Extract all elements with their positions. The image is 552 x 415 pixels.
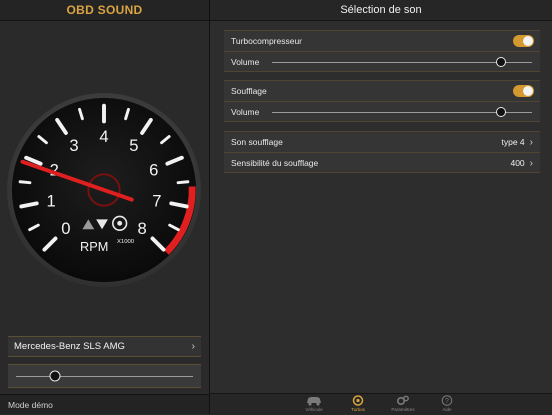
gauge-label-1: 1: [47, 191, 56, 210]
turbo-volume-row: Volume: [224, 51, 540, 71]
rpm-unit-label: RPM: [80, 239, 108, 254]
tab-vehicle[interactable]: Véhicule: [294, 395, 334, 412]
tab-turbos-label: Turbos: [351, 407, 365, 412]
svg-text:?: ?: [445, 398, 449, 405]
blowoff-sound-row[interactable]: Son soufflage type 4 ›: [224, 132, 540, 152]
minor-tick: [176, 180, 190, 185]
left-panel: OBD SOUND 012345678 RPM X1000 Mercedes-B…: [0, 0, 210, 414]
blowoff-volume-row: Volume: [224, 101, 540, 121]
turbo-toggle-label: Turbocompresseur: [231, 36, 303, 46]
status-bar: Mode démo: [0, 394, 209, 414]
chevron-right-icon: ›: [529, 157, 533, 169]
tab-turbos[interactable]: Turbos: [338, 395, 378, 412]
turbo-group: Turbocompresseur Volume: [224, 30, 540, 72]
gauge-label-3: 3: [69, 136, 78, 155]
tab-settings[interactable]: Paramètres: [383, 395, 423, 412]
blowoff-sensitivity-value-wrap: 400 ›: [510, 153, 533, 173]
blowoff-volume-thumb[interactable]: [495, 107, 506, 117]
turbo-volume-track: [272, 62, 532, 63]
blowoff-toggle-label: Soufflage: [231, 86, 267, 96]
blowoff-sensitivity-label: Sensibilité du soufflage: [231, 157, 319, 168]
gauge-label-0: 0: [61, 219, 70, 238]
tab-bar: Véhicule Turbos Paramètres ? Aide: [210, 393, 552, 415]
blowoff-volume-track: [272, 112, 532, 113]
blowoff-sound-label: Son soufflage: [231, 137, 283, 147]
blowoff-toggle-row: Soufflage: [224, 81, 540, 101]
minor-tick: [18, 180, 32, 185]
page-title: Sélection de son: [210, 0, 552, 21]
car-selector-label: Mercedes-Benz SLS AMG: [14, 341, 125, 352]
chevron-right-icon: ›: [529, 136, 533, 148]
gauge-label-6: 6: [149, 160, 158, 179]
left-slider-thumb[interactable]: [49, 370, 61, 382]
gears-icon: [396, 395, 409, 406]
gauge-label-5: 5: [129, 136, 138, 155]
tab-settings-label: Paramètres: [391, 407, 415, 412]
turbo-volume-thumb[interactable]: [495, 57, 506, 67]
left-slider[interactable]: [8, 364, 201, 388]
blowoff-sound-value-wrap: type 4 ›: [502, 132, 534, 152]
rpm-gauge: 0123 4 5678 RPM X1000: [6, 92, 202, 288]
toggle-knob: [523, 86, 533, 96]
turbo-icon: [352, 395, 364, 406]
tab-help[interactable]: ? Aide: [427, 395, 467, 412]
car-icon: [307, 397, 321, 406]
blowoff-sound-value: type 4: [501, 137, 525, 147]
left-slider-track: [16, 376, 193, 377]
blowoff-sensitivity-value: 400: [510, 158, 525, 168]
app-title: OBD SOUND: [0, 0, 209, 21]
gauge-label-8: 8: [137, 219, 146, 238]
car-selector[interactable]: Mercedes-Benz SLS AMG ›: [8, 336, 201, 357]
turbo-volume-label: Volume: [231, 56, 260, 67]
right-panel: Sélection de son Turbocompresseur Volume…: [210, 0, 552, 415]
blowoff-group: Soufflage Volume: [224, 80, 540, 122]
blowoff-sensitivity-row[interactable]: Sensibilité du soufflage 400 ›: [224, 152, 540, 172]
rpm-multiplier-label: X1000: [117, 239, 135, 245]
help-icon: ?: [441, 395, 453, 406]
mode-label: Mode démo: [8, 399, 53, 410]
blowoff-settings-group: Son soufflage type 4 › Sensibilité du so…: [224, 131, 540, 173]
tab-vehicle-label: Véhicule: [305, 407, 323, 412]
toggle-knob: [523, 36, 533, 46]
chevron-right-icon: ›: [191, 341, 195, 352]
turbo-toggle[interactable]: [513, 35, 534, 47]
turbo-toggle-row: Turbocompresseur: [224, 31, 540, 51]
blowoff-volume-label: Volume: [231, 106, 260, 117]
tab-help-label: Aide: [442, 407, 452, 412]
blowoff-toggle[interactable]: [513, 85, 534, 97]
gauge-label-7: 7: [152, 191, 161, 210]
gauge-label-4: 4: [99, 127, 108, 146]
